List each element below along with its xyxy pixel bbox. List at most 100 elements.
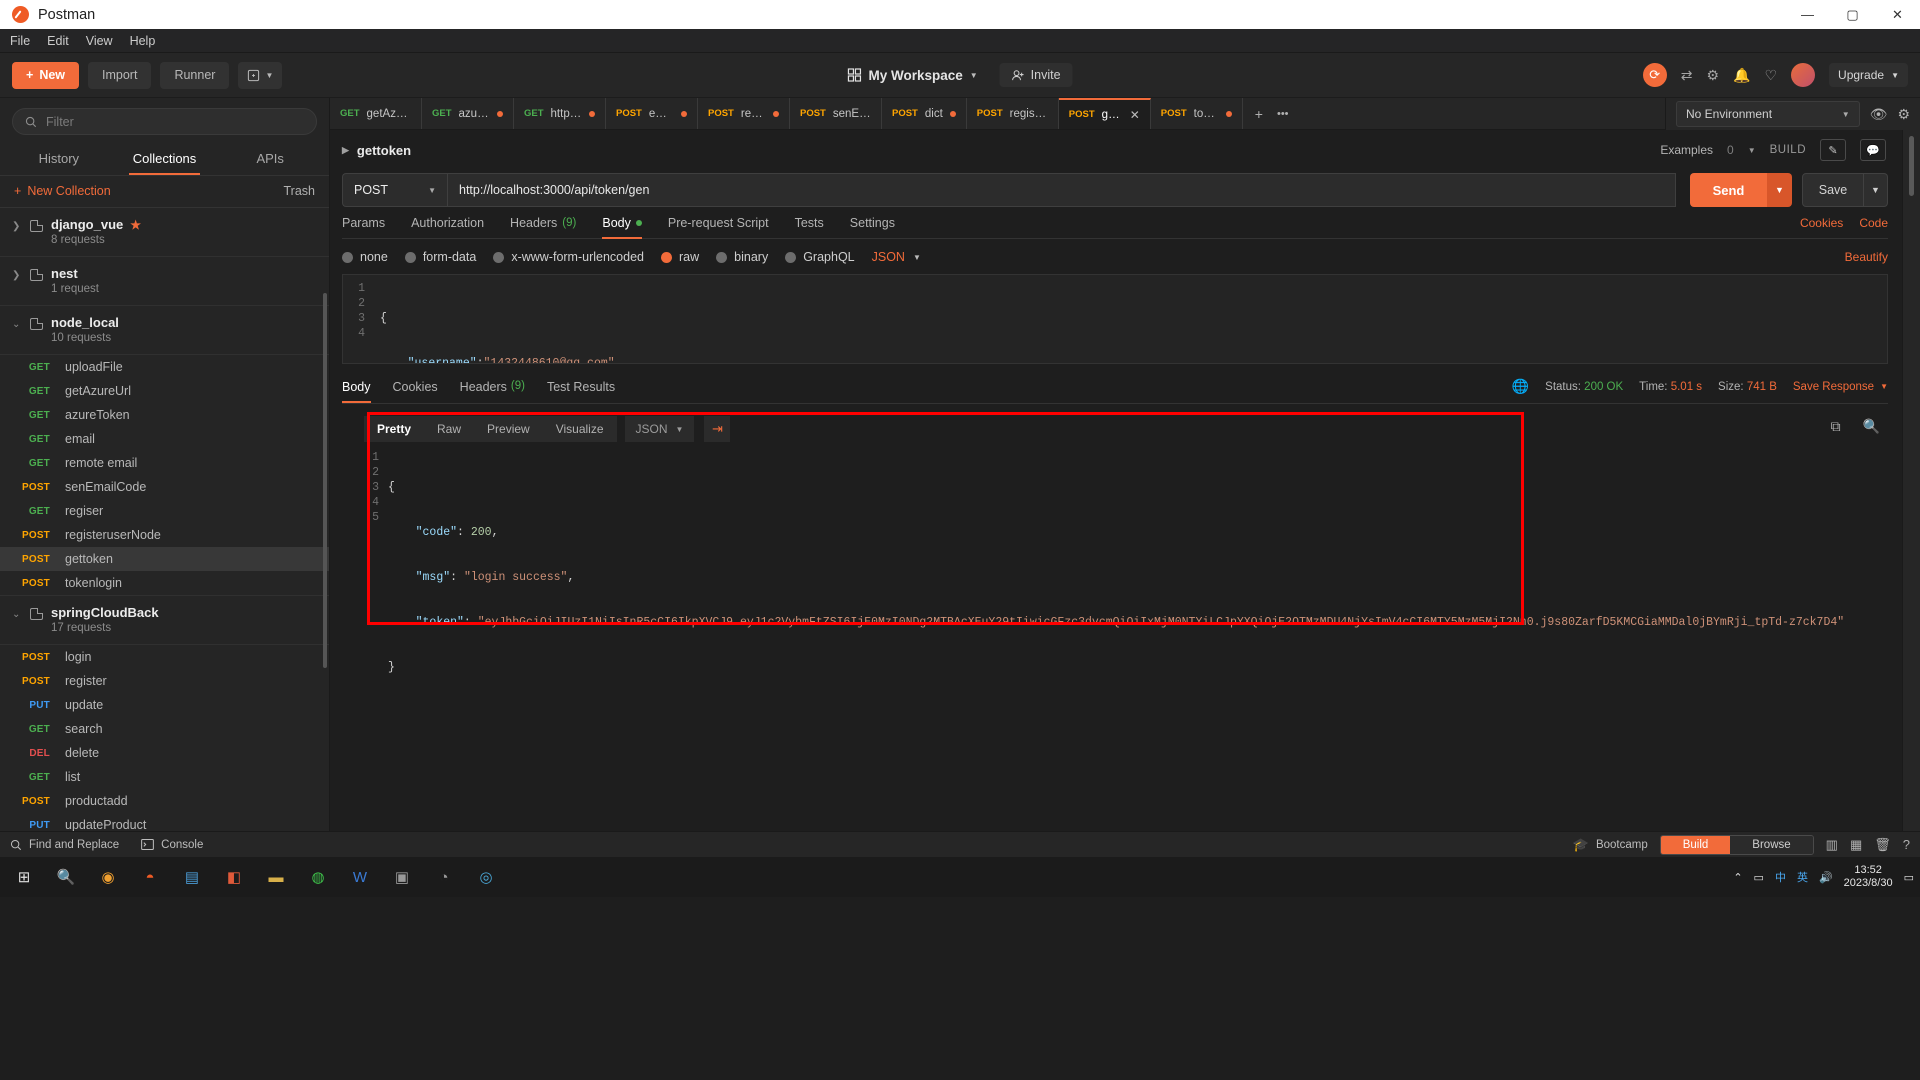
request-tab[interactable]: POST senEm... xyxy=(790,98,882,129)
collection-node_local[interactable]: ⌄ node_local 10 requests xyxy=(0,306,329,355)
list-item[interactable]: GET getAzureUrl xyxy=(0,379,329,403)
request-tab[interactable]: GET azureTok... xyxy=(422,98,514,129)
invite-button[interactable]: Invite xyxy=(999,63,1073,87)
request-body-code[interactable]: { "username":"1432448610@qq.com", "passw… xyxy=(371,275,1887,363)
response-format-select[interactable]: JSON ▼ xyxy=(624,416,695,442)
format-visualize[interactable]: Visualize xyxy=(542,416,617,442)
add-tab-button[interactable]: + xyxy=(1255,106,1263,122)
grid-icon[interactable]: ▦ xyxy=(1850,837,1862,853)
menu-file[interactable]: File xyxy=(10,34,30,48)
list-item[interactable]: GET search xyxy=(0,717,329,741)
format-preview[interactable]: Preview xyxy=(474,416,543,442)
response-code[interactable]: 1 2 3 4 5 { "code": 200, "msg": "login s… xyxy=(342,450,1888,705)
eye-icon[interactable]: 👁 xyxy=(1870,106,1888,123)
request-tab[interactable]: GET https://lo... xyxy=(514,98,606,129)
beautify-link[interactable]: Beautify xyxy=(1845,250,1888,264)
taskbar-clock[interactable]: 13:52 2023/8/30 xyxy=(1844,864,1893,890)
radio-graphql[interactable]: GraphQL xyxy=(785,250,855,264)
list-item-gettoken[interactable]: POST gettoken xyxy=(0,547,329,571)
sync-icon[interactable]: ⟳ xyxy=(1642,63,1667,87)
menu-edit[interactable]: Edit xyxy=(47,34,69,48)
comment-icon[interactable]: 💬 xyxy=(1860,139,1886,161)
filter-input[interactable]: Filter xyxy=(12,108,317,135)
chevron-down-icon[interactable]: ⌄ xyxy=(12,315,22,330)
trash-icon[interactable]: 🗑 xyxy=(1874,837,1891,853)
two-pane-icon[interactable]: ▥ xyxy=(1826,837,1838,853)
heart-icon[interactable]: ♡ xyxy=(1764,67,1777,84)
url-input[interactable]: http://localhost:3000/api/token/gen xyxy=(447,173,1676,207)
chrome-icon[interactable]: ◉ xyxy=(88,859,128,895)
radio-form-data[interactable]: form-data xyxy=(404,250,476,264)
list-item[interactable]: GET remote email xyxy=(0,451,329,475)
trash-link[interactable]: Trash xyxy=(284,184,316,198)
interceptor-icon[interactable]: ⇄ xyxy=(1681,67,1693,84)
format-pretty[interactable]: Pretty xyxy=(364,416,425,442)
list-item[interactable]: POST tokenlogin xyxy=(0,571,329,595)
list-item[interactable]: PUT updateProduct xyxy=(0,813,329,831)
menu-bar[interactable]: File Edit View Help xyxy=(0,29,1920,53)
examples-label[interactable]: Examples xyxy=(1660,143,1713,157)
tab-headers[interactable]: Headers (9) xyxy=(510,216,576,238)
tab-apis[interactable]: APIs xyxy=(217,143,323,175)
vscode-icon[interactable]: ▤ xyxy=(172,859,212,895)
list-item[interactable]: GET azureToken xyxy=(0,403,329,427)
list-item[interactable]: GET list xyxy=(0,765,329,789)
help-icon[interactable]: ? xyxy=(1903,837,1910,852)
window-controls[interactable]: — ▢ ✕ xyxy=(1785,0,1920,29)
maximize-button[interactable]: ▢ xyxy=(1830,0,1875,29)
gear-icon[interactable]: ⚙ xyxy=(1706,67,1719,84)
environment-select[interactable]: No Environment ▼ xyxy=(1676,101,1860,127)
tab-body[interactable]: Body xyxy=(602,216,642,239)
new-window-button[interactable]: ▼ xyxy=(238,61,283,89)
tab-more-button[interactable]: ••• xyxy=(1277,108,1289,120)
lang-cn-icon[interactable]: 中 xyxy=(1775,869,1786,885)
pencil-icon[interactable]: ✎ xyxy=(1820,139,1846,161)
list-item[interactable]: GET regiser xyxy=(0,499,329,523)
list-item[interactable]: POST login xyxy=(0,645,329,669)
tab-history[interactable]: History xyxy=(6,143,112,175)
build-toggle[interactable]: Build xyxy=(1660,835,1731,854)
list-item[interactable]: GET email xyxy=(0,427,329,451)
collection-django_vue[interactable]: ❯ django_vue ★ 8 requests xyxy=(0,208,329,257)
browser-icon[interactable]: ◎ xyxy=(466,859,506,895)
chevron-down-icon[interactable]: ▼ xyxy=(1748,146,1756,155)
request-tab[interactable]: POST tokenlo... xyxy=(1151,98,1243,129)
chevron-right-icon[interactable]: ▶ xyxy=(342,145,349,156)
format-raw[interactable]: Raw xyxy=(424,416,475,442)
tab-response-body[interactable]: Body xyxy=(342,380,371,403)
radio-none[interactable]: none xyxy=(342,250,388,264)
list-item[interactable]: PUT update xyxy=(0,693,329,717)
tab-tests[interactable]: Tests xyxy=(795,216,824,238)
request-tab[interactable]: POST email xyxy=(606,98,698,129)
lang-en-icon[interactable]: 英 xyxy=(1797,869,1808,885)
request-tab[interactable]: POST remote ... xyxy=(698,98,790,129)
copy-icon[interactable]: ⧉ xyxy=(1831,418,1841,435)
tab-pre-request-script[interactable]: Pre-request Script xyxy=(668,216,769,238)
postman-icon[interactable]: ◓ xyxy=(130,859,170,895)
tab-settings[interactable]: Settings xyxy=(850,216,895,238)
send-options-button[interactable]: ▼ xyxy=(1767,173,1792,207)
menu-view[interactable]: View xyxy=(86,34,113,48)
tab-response-headers[interactable]: Headers (9) xyxy=(460,380,525,402)
save-button[interactable]: Save xyxy=(1802,173,1864,207)
find-and-replace-button[interactable]: Find and Replace xyxy=(10,839,119,851)
save-options-button[interactable]: ▼ xyxy=(1864,173,1888,207)
collection-nest[interactable]: ❯ nest 1 request xyxy=(0,257,329,306)
search-icon[interactable]: 🔍 xyxy=(1863,418,1880,435)
close-icon[interactable]: ✕ xyxy=(1130,108,1140,122)
page-title-group[interactable]: ▶ gettoken xyxy=(342,143,411,158)
send-button[interactable]: Send xyxy=(1690,173,1767,207)
minimize-button[interactable]: — xyxy=(1785,0,1830,29)
import-button[interactable]: Import xyxy=(88,61,152,89)
console-button[interactable]: Console xyxy=(141,839,203,851)
sidebar-scrollbar[interactable] xyxy=(323,293,327,668)
chevron-right-icon[interactable]: ❯ xyxy=(12,266,22,281)
menu-help[interactable]: Help xyxy=(130,34,156,48)
response-scrollbar[interactable] xyxy=(1909,136,1914,196)
radio-raw[interactable]: raw xyxy=(661,250,699,264)
clock-icon[interactable]: ◔ xyxy=(424,859,464,895)
browse-toggle[interactable]: Browse xyxy=(1730,835,1813,854)
save-response-button[interactable]: Save Response ▼ xyxy=(1793,381,1888,393)
request-tab[interactable]: POST dict xyxy=(882,98,967,129)
avatar[interactable] xyxy=(1791,63,1816,87)
